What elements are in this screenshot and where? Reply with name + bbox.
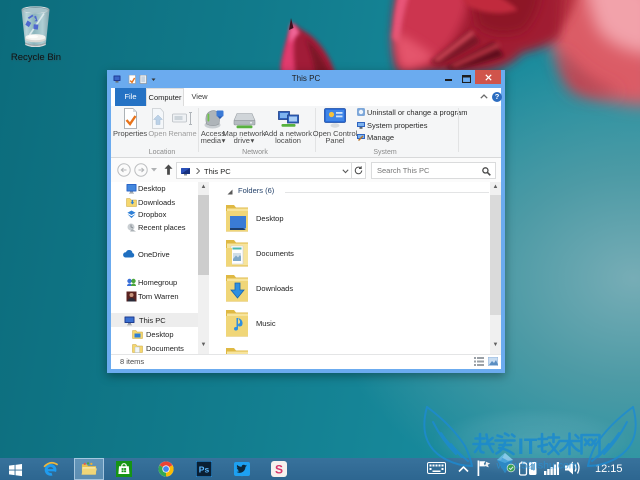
svg-text:S: S (275, 463, 283, 477)
svg-text:IT: IT (518, 434, 538, 459)
svg-text:Ps: Ps (199, 465, 210, 475)
